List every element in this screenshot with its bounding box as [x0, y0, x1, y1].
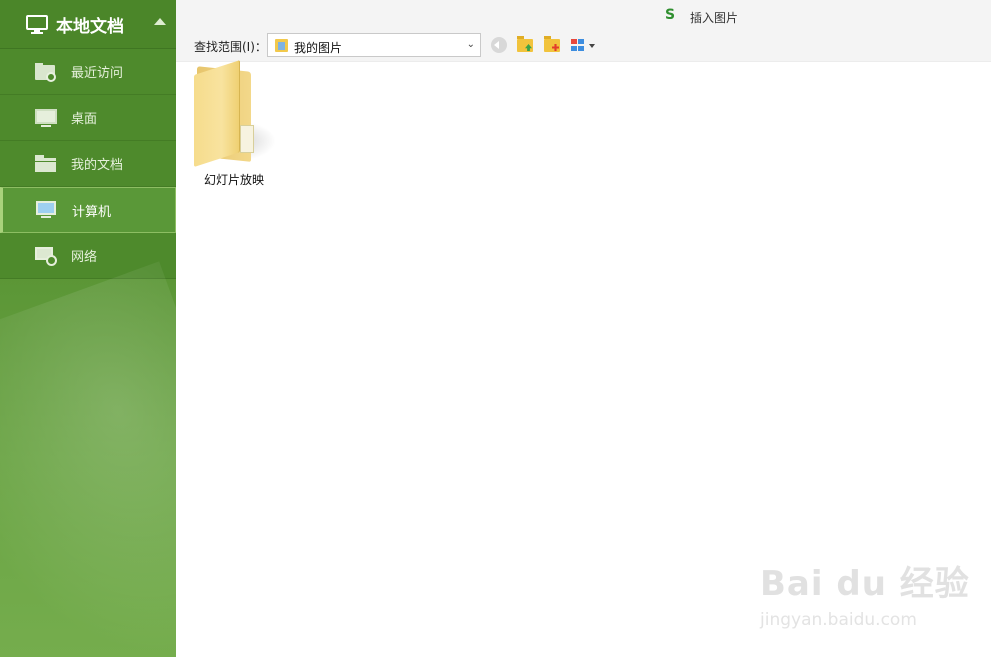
title-bar: S 插入图片	[176, 0, 991, 32]
desktop-icon	[35, 108, 57, 127]
sidebar-item-label: 计算机	[72, 204, 112, 220]
window-title: 插入图片	[690, 11, 739, 25]
new-folder-icon	[544, 36, 560, 52]
monitor-icon	[26, 14, 48, 34]
sidebar-item-network[interactable]: 网络	[0, 233, 176, 279]
file-name: 幻灯片放映	[203, 173, 264, 187]
insert-picture-dialog: 本地文档 最近访问 桌面 我的文档 计算机 网络 S 插入图片 查找范围(I)：…	[0, 0, 991, 657]
sidebar: 本地文档 最近访问 桌面 我的文档 计算机 网络	[0, 0, 176, 657]
up-folder-button[interactable]	[515, 35, 535, 55]
folder-icon	[194, 60, 276, 169]
sidebar-list: 最近访问 桌面 我的文档 计算机 网络	[0, 49, 176, 279]
back-button[interactable]	[489, 35, 509, 55]
computer-icon	[36, 201, 58, 219]
location-select[interactable]: 我的图片 ⌄	[267, 33, 481, 57]
toolbar: 查找范围(I)： 我的图片 ⌄	[176, 32, 991, 62]
collapse-arrow-icon[interactable]	[154, 18, 166, 25]
network-icon	[35, 246, 57, 266]
location-value: 我的图片	[294, 41, 343, 55]
sidebar-item-label: 网络	[71, 250, 98, 265]
sidebar-item-label: 最近访问	[71, 66, 124, 81]
sidebar-item-label: 我的文档	[71, 158, 124, 173]
sidebar-item-computer[interactable]: 计算机	[0, 187, 176, 233]
sidebar-item-desktop[interactable]: 桌面	[0, 95, 176, 141]
dropdown-arrow-icon	[589, 44, 595, 48]
watermark-brand: Bai du 经验	[760, 564, 970, 604]
wps-logo-icon: S	[665, 7, 676, 23]
sidebar-item-label: 桌面	[71, 112, 98, 127]
new-folder-button[interactable]	[542, 35, 562, 55]
view-menu-button[interactable]	[570, 35, 598, 55]
sidebar-header[interactable]: 本地文档	[0, 0, 176, 49]
recent-folder-icon	[35, 62, 57, 82]
file-item-folder[interactable]: 幻灯片放映	[194, 60, 276, 187]
watermark-url: jingyan.baidu.com	[760, 610, 917, 630]
sidebar-item-my-documents[interactable]: 我的文档	[0, 141, 176, 187]
sidebar-title: 本地文档	[56, 16, 124, 37]
pictures-folder-icon	[275, 39, 288, 52]
baidu-jingyan-watermark: Bai du 经验 jingyan.baidu.com	[760, 556, 970, 630]
back-icon	[491, 37, 507, 53]
documents-folder-icon	[35, 154, 57, 173]
search-scope-label: 查找范围(I)：	[194, 40, 267, 54]
view-menu-icon	[571, 39, 585, 52]
up-folder-icon	[517, 36, 533, 52]
sidebar-item-recent[interactable]: 最近访问	[0, 49, 176, 95]
chevron-down-icon[interactable]: ⌄	[467, 39, 475, 50]
